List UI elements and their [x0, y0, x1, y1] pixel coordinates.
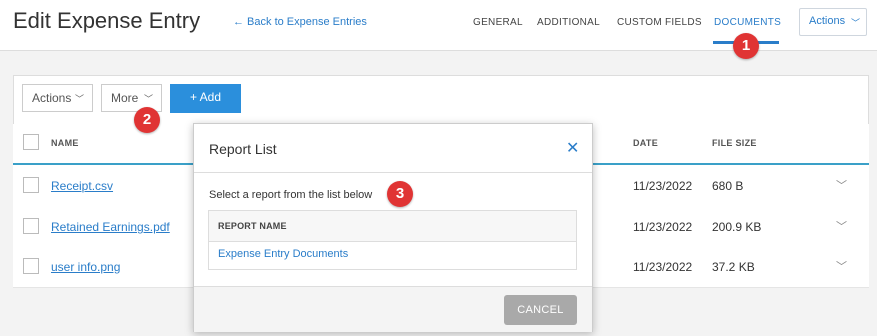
select-all-checkbox[interactable]	[23, 134, 39, 150]
column-header-date[interactable]: DATE	[633, 138, 658, 148]
chevron-down-icon: ﹀	[850, 18, 860, 28]
file-link[interactable]: Retained Earnings.pdf	[51, 220, 170, 234]
file-size: 680 B	[712, 179, 744, 193]
add-button[interactable]: + Add	[170, 84, 241, 113]
row-checkbox[interactable]	[23, 218, 39, 234]
tab-general[interactable]: GENERAL	[473, 17, 523, 28]
file-link[interactable]: Receipt.csv	[51, 179, 113, 193]
page-title: Edit Expense Entry	[13, 8, 201, 33]
report-table-header: REPORT NAME	[209, 211, 576, 242]
chevron-down-icon[interactable]: ﹀	[836, 177, 847, 193]
step-badge: 1	[733, 33, 759, 59]
column-header-report-name: REPORT NAME	[218, 221, 287, 231]
more-button-label: More	[111, 91, 139, 105]
dialog-title: Report List	[209, 141, 277, 157]
report-table: REPORT NAME Expense Entry Documents	[208, 210, 577, 270]
file-date: 11/23/2022	[633, 220, 693, 234]
divider	[194, 172, 592, 173]
file-size: 37.2 KB	[712, 260, 755, 274]
tab-custom-fields[interactable]: CUSTOM FIELDS	[617, 17, 702, 28]
column-header-name[interactable]: NAME	[51, 138, 79, 148]
chevron-down-icon: ﹀	[143, 94, 153, 104]
actions-dropdown-button[interactable]: Actions ﹀	[22, 84, 93, 112]
header-actions-label: Actions	[809, 15, 846, 27]
file-link[interactable]: user info.png	[51, 260, 120, 274]
dialog-instruction: Select a report from the list below	[209, 189, 373, 201]
file-date: 11/23/2022	[633, 179, 693, 193]
file-date: 11/23/2022	[633, 260, 693, 274]
report-link[interactable]: Expense Entry Documents	[218, 248, 348, 260]
chevron-down-icon: ﹀	[74, 94, 84, 104]
tab-documents[interactable]: DOCUMENTS	[714, 17, 781, 28]
step-badge: 2	[134, 107, 160, 133]
back-to-expense-entries-link[interactable]: ← Back to Expense Entries	[233, 16, 367, 28]
step-badge: 3	[387, 181, 413, 207]
row-checkbox[interactable]	[23, 258, 39, 274]
tab-additional[interactable]: ADDITIONAL	[537, 17, 600, 28]
dialog-footer: CANCEL	[194, 286, 592, 332]
cancel-button[interactable]: CANCEL	[504, 295, 577, 325]
header-actions-dropdown[interactable]: Actions ﹀	[799, 8, 867, 36]
chevron-down-icon[interactable]: ﹀	[836, 258, 847, 274]
chevron-down-icon[interactable]: ﹀	[836, 218, 847, 234]
column-header-file-size[interactable]: FILE SIZE	[712, 138, 757, 148]
report-list-dialog: Report List ✕ Select a report from the l…	[193, 123, 593, 332]
close-icon[interactable]: ✕	[566, 138, 579, 158]
actions-button-label: Actions	[32, 91, 72, 105]
file-size: 200.9 KB	[712, 220, 762, 234]
row-checkbox[interactable]	[23, 177, 39, 193]
